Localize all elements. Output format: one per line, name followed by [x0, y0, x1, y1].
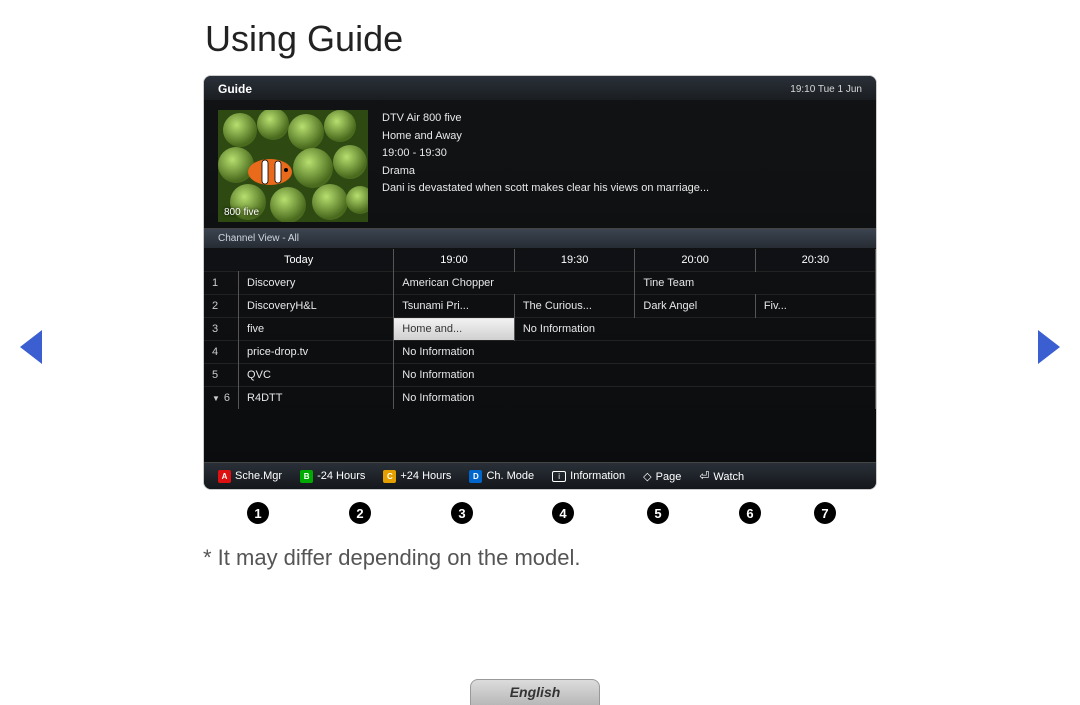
callout-5: 5	[647, 502, 669, 524]
programme-grid: Today 19:00 19:30 20:00 20:30 1Discovery…	[204, 249, 876, 409]
programme-cell: Tsunami Pri...	[394, 295, 515, 318]
guide-datetime: 19:10 Tue 1 Jun	[790, 84, 862, 95]
updown-icon: ◇	[643, 471, 651, 483]
legend-info: iInformation	[552, 470, 625, 482]
guide-header: Guide 19:10 Tue 1 Jun	[204, 76, 876, 100]
legend-d: DCh. Mode	[469, 470, 534, 483]
legend-c: C+24 Hours	[383, 470, 451, 483]
table-row: 2DiscoveryH&LTsunami Pri...The Curious..…	[204, 295, 876, 318]
channel-name: QVC	[239, 364, 394, 387]
clownfish-image	[218, 110, 368, 222]
programme-cell: No Information	[394, 364, 876, 387]
legend-a: ASche.Mgr	[218, 470, 282, 483]
programme-cell: No Information	[394, 341, 876, 364]
channel-number: 3	[204, 318, 239, 341]
grid-header-row: Today 19:00 19:30 20:00 20:30	[204, 249, 876, 272]
programme-cell: Tine Team	[635, 272, 876, 295]
time-slot-header: 19:30	[514, 249, 635, 272]
legend-b: B-24 Hours	[300, 470, 365, 483]
today-header: Today	[204, 249, 394, 272]
preview-info: DTV Air 800 five Home and Away 19:00 - 1…	[382, 110, 862, 222]
scroll-down-icon: ▼	[212, 394, 220, 403]
d-key-icon: D	[469, 470, 482, 483]
language-tab[interactable]: English	[470, 679, 600, 705]
channel-name: DiscoveryH&L	[239, 295, 394, 318]
channel-name: price-drop.tv	[239, 341, 394, 364]
programme-cell: The Curious...	[514, 295, 635, 318]
callout-2: 2	[349, 502, 371, 524]
legend-page: ◇Page	[643, 470, 681, 483]
channel-number: 5	[204, 364, 239, 387]
preview-row: 800 five DTV Air 800 five Home and Away …	[204, 100, 876, 228]
table-row: 1DiscoveryAmerican ChopperTine Team	[204, 272, 876, 295]
channel-name: Discovery	[239, 272, 394, 295]
callout-3: 3	[451, 502, 473, 524]
legend-bar: ASche.Mgr B-24 Hours C+24 Hours DCh. Mod…	[204, 462, 876, 489]
time-slot-header: 20:30	[755, 249, 875, 272]
a-key-icon: A	[218, 470, 231, 483]
channel-view-bar: Channel View - All	[204, 228, 876, 249]
preview-description: Dani is devastated when scott makes clea…	[382, 180, 862, 198]
footnote: * It may differ depending on the model.	[203, 545, 581, 571]
c-key-icon: C	[383, 470, 396, 483]
time-slot-header: 19:00	[394, 249, 515, 272]
callouts-row: 1 2 3 4 5 6 7	[203, 502, 877, 532]
channel-number: 4	[204, 341, 239, 364]
callout-7: 7	[814, 502, 836, 524]
programme-cell: No Information	[394, 387, 876, 410]
preview-genre: Drama	[382, 163, 862, 181]
programme-cell: Fiv...	[755, 295, 875, 318]
time-slot-header: 20:00	[635, 249, 755, 272]
preview-channel: DTV Air 800 five	[382, 110, 862, 128]
b-key-icon: B	[300, 470, 313, 483]
callout-1: 1	[247, 502, 269, 524]
programme-cell: American Chopper	[394, 272, 635, 295]
programme-cell[interactable]: Home and...	[394, 318, 515, 341]
programme-cell: Dark Angel	[635, 295, 755, 318]
table-row: ▼6R4DTTNo Information	[204, 387, 876, 410]
callout-4: 4	[552, 502, 574, 524]
programme-cell: No Information	[514, 318, 875, 341]
callout-6: 6	[739, 502, 761, 524]
preview-time: 19:00 - 19:30	[382, 145, 862, 163]
table-row: 3fiveHome and...No Information	[204, 318, 876, 341]
table-row: 4price-drop.tvNo Information	[204, 341, 876, 364]
channel-name: R4DTT	[239, 387, 394, 410]
tv-guide-screenshot: Guide 19:10 Tue 1 Jun	[203, 75, 877, 490]
guide-title: Guide	[218, 82, 252, 96]
channel-name: five	[239, 318, 394, 341]
prev-page-arrow[interactable]	[20, 330, 42, 364]
table-row: 5QVCNo Information	[204, 364, 876, 387]
preview-caption: 800 five	[224, 207, 259, 218]
page-title: Using Guide	[205, 18, 403, 60]
channel-number: 1	[204, 272, 239, 295]
enter-icon: ⏎	[699, 469, 709, 483]
info-key-icon: i	[552, 471, 566, 482]
next-page-arrow[interactable]	[1038, 330, 1060, 364]
preview-programme: Home and Away	[382, 128, 862, 146]
preview-thumbnail: 800 five	[218, 110, 368, 222]
channel-number: ▼6	[204, 387, 239, 410]
legend-watch: ⏎Watch	[699, 469, 744, 483]
channel-number: 2	[204, 295, 239, 318]
